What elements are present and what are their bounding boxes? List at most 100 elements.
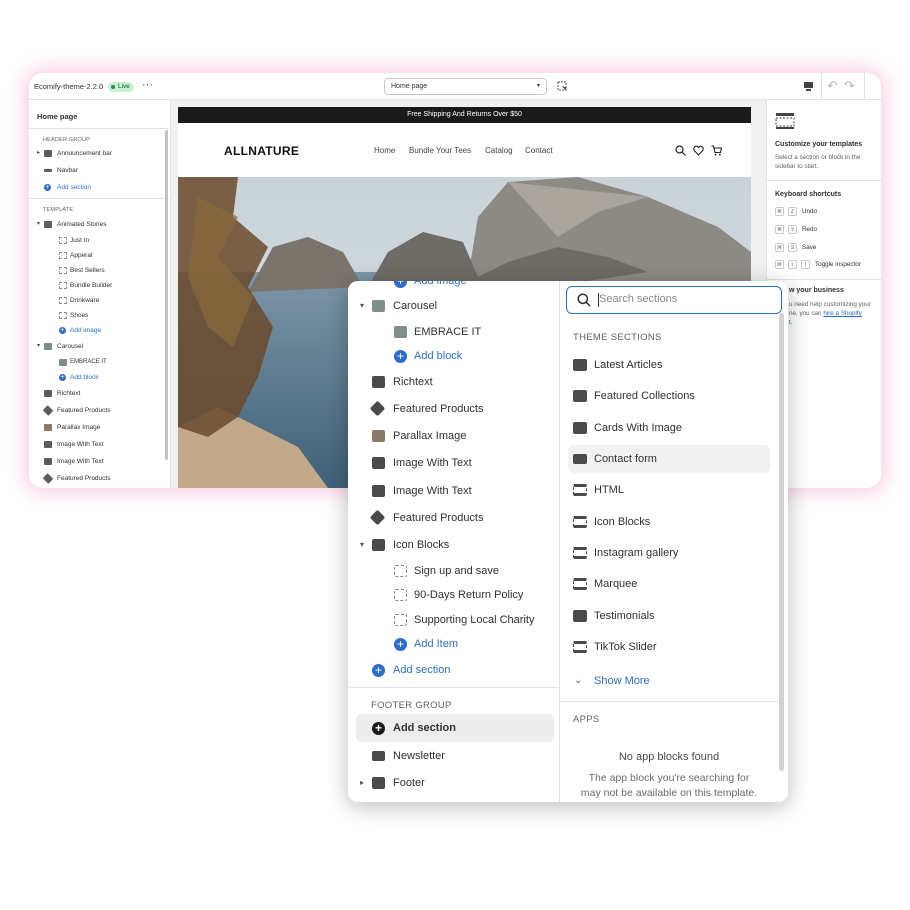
section-option-instagram-gallery[interactable]: Instagram gallery xyxy=(568,539,770,567)
editor-sidebar: Home page HEADER GROUP ▸ Announcement ba… xyxy=(29,100,171,488)
sidebar-item-carousel[interactable]: ▾ Carousel xyxy=(29,339,169,354)
block-item[interactable]: Shoes xyxy=(29,308,169,323)
text-icon xyxy=(44,390,52,397)
block-icon xyxy=(59,237,67,244)
section-option-html[interactable]: HTML xyxy=(568,476,770,504)
nav-link-contact[interactable]: Contact xyxy=(525,146,553,155)
image-thumbnail-icon xyxy=(44,343,52,350)
tree-item-footer[interactable]: ▸ Footer xyxy=(348,769,560,797)
tree-item-newsletter[interactable]: Newsletter xyxy=(348,742,560,770)
sidebar-scrollbar[interactable] xyxy=(165,130,168,460)
block-item[interactable]: EMBRACE IT xyxy=(29,355,169,370)
section-option-icon-blocks[interactable]: Icon Blocks xyxy=(568,508,770,536)
sidebar-item-parallax-image[interactable]: Parallax Image xyxy=(29,420,169,435)
add-section-popover: + Add image ▾ Carousel EMBRACE IT + Add … xyxy=(348,281,788,802)
customize-description: Select a section or block in the sidebar… xyxy=(775,154,861,170)
tree-block[interactable]: 90-Days Return Policy xyxy=(348,581,560,609)
sidebar-item-image-with-text[interactable]: Image With Text xyxy=(29,454,169,469)
add-image-button[interactable]: + Add image xyxy=(29,323,169,338)
section-option-featured-collections[interactable]: Featured Collections xyxy=(568,382,770,410)
add-item-button[interactable]: + Add Item xyxy=(348,630,560,658)
divider xyxy=(348,687,560,688)
footer-add-section-button[interactable]: + Add section xyxy=(348,714,560,742)
tree-item-parallax-image[interactable]: Parallax Image xyxy=(348,422,560,450)
nav-link-bundle[interactable]: Bundle Your Tees xyxy=(409,146,471,155)
sidebar-item-featured-products[interactable]: Featured Products xyxy=(29,403,169,418)
divider xyxy=(767,180,881,181)
tree-item-richtext[interactable]: Richtext xyxy=(348,368,560,396)
store-logo[interactable]: ALLNATURE xyxy=(224,144,299,158)
announcement-bar: Free Shipping And Returns Over $50 xyxy=(178,107,751,123)
divider xyxy=(560,701,778,702)
cart-icon[interactable] xyxy=(711,145,722,156)
plus-circle-icon: + xyxy=(394,350,407,363)
search-input[interactable]: Search sections xyxy=(599,293,677,305)
inspector-cursor-icon[interactable] xyxy=(557,81,568,92)
show-more-button[interactable]: ⌄ Show More xyxy=(568,667,770,695)
sidebar-item-richtext[interactable]: Richtext xyxy=(29,386,169,401)
undo-icon[interactable]: ↶ xyxy=(827,78,838,94)
tree-item-icon-blocks[interactable]: ▾ Icon Blocks xyxy=(348,531,560,559)
block-item[interactable]: Just In xyxy=(29,233,169,248)
nav-link-home[interactable]: Home xyxy=(374,146,395,155)
tree-item-image-with-text[interactable]: Image With Text xyxy=(348,477,560,505)
section-option-latest-articles[interactable]: Latest Articles xyxy=(568,351,770,379)
image-thumbnail-icon xyxy=(372,430,385,442)
more-actions-button[interactable]: ··· xyxy=(142,79,153,91)
section-icon xyxy=(573,641,587,653)
tree-item-featured-products[interactable]: Featured Products xyxy=(348,395,560,423)
section-option-cards-with-image[interactable]: Cards With Image xyxy=(568,414,770,442)
live-status-badge: Live xyxy=(108,82,134,92)
block-icon xyxy=(59,312,67,319)
no-apps-message: No app blocks found xyxy=(618,751,720,763)
tree-item-featured-products[interactable]: Featured Products xyxy=(348,504,560,532)
nav-link-catalog[interactable]: Catalog xyxy=(485,146,513,155)
add-block-button[interactable]: + Add block xyxy=(348,342,560,370)
divider xyxy=(29,128,169,129)
search-field[interactable]: Search sections xyxy=(566,286,782,314)
chevron-down-icon: ▾ xyxy=(37,221,41,227)
picker-scrollbar[interactable] xyxy=(779,313,784,771)
section-option-testimonials[interactable]: Testimonials xyxy=(568,602,770,630)
desktop-view-icon[interactable] xyxy=(803,81,814,92)
sidebar-item-navbar[interactable]: Navbar xyxy=(29,163,169,178)
heart-icon[interactable] xyxy=(693,145,704,156)
block-item[interactable]: Bundle Builder xyxy=(29,278,169,293)
block-item[interactable]: Apperal xyxy=(29,248,169,263)
redo-icon[interactable]: ↷ xyxy=(844,78,855,94)
tag-icon xyxy=(42,473,54,484)
search-icon[interactable] xyxy=(675,145,686,156)
section-option-contact-form[interactable]: Contact form xyxy=(568,445,770,473)
text-icon xyxy=(372,376,385,388)
section-option-marquee[interactable]: Marquee xyxy=(568,570,770,598)
tree-item-image-with-text[interactable]: Image With Text xyxy=(348,449,560,477)
template-group-label: TEMPLATE xyxy=(43,207,74,213)
business-description: t. xyxy=(789,319,793,326)
section-icon xyxy=(573,484,587,496)
add-section-button[interactable]: + Add section xyxy=(348,656,560,684)
sidebar-item-image-with-text[interactable]: Image With Text xyxy=(29,437,169,452)
add-section-button[interactable]: + Add section xyxy=(29,180,169,195)
divider xyxy=(864,73,865,100)
image-icon xyxy=(573,422,587,434)
block-icon xyxy=(394,589,407,601)
plus-circle-icon: + xyxy=(372,664,385,677)
section-icon xyxy=(573,547,587,559)
tree-item-carousel[interactable]: ▾ Carousel xyxy=(348,292,560,320)
chevron-down-icon: ▾ xyxy=(360,301,365,310)
block-item[interactable]: Drinkware xyxy=(29,293,169,308)
business-description: ne, you can hire a Shopify xyxy=(789,310,862,317)
add-block-button[interactable]: + Add block xyxy=(29,370,169,385)
section-option-tiktok-slider[interactable]: TikTok Slider xyxy=(568,633,770,661)
block-icon xyxy=(394,614,407,626)
section-icon xyxy=(573,578,587,590)
page-selector[interactable]: Home page ▾ xyxy=(384,78,547,95)
sidebar-item-announcement-bar[interactable]: ▸ Announcement bar xyxy=(29,146,169,161)
sidebar-item-featured-products[interactable]: Featured Products xyxy=(29,471,169,486)
sidebar-item-animated-stories[interactable]: ▾ Animated Stories xyxy=(29,217,169,232)
image-thumbnail-icon xyxy=(372,300,385,312)
section-icon xyxy=(372,539,385,551)
block-item[interactable]: Best Sellers xyxy=(29,263,169,278)
shortcuts-title: Keyboard shortcuts xyxy=(775,191,842,198)
hire-shopify-link[interactable]: hire a Shopify xyxy=(823,310,862,317)
